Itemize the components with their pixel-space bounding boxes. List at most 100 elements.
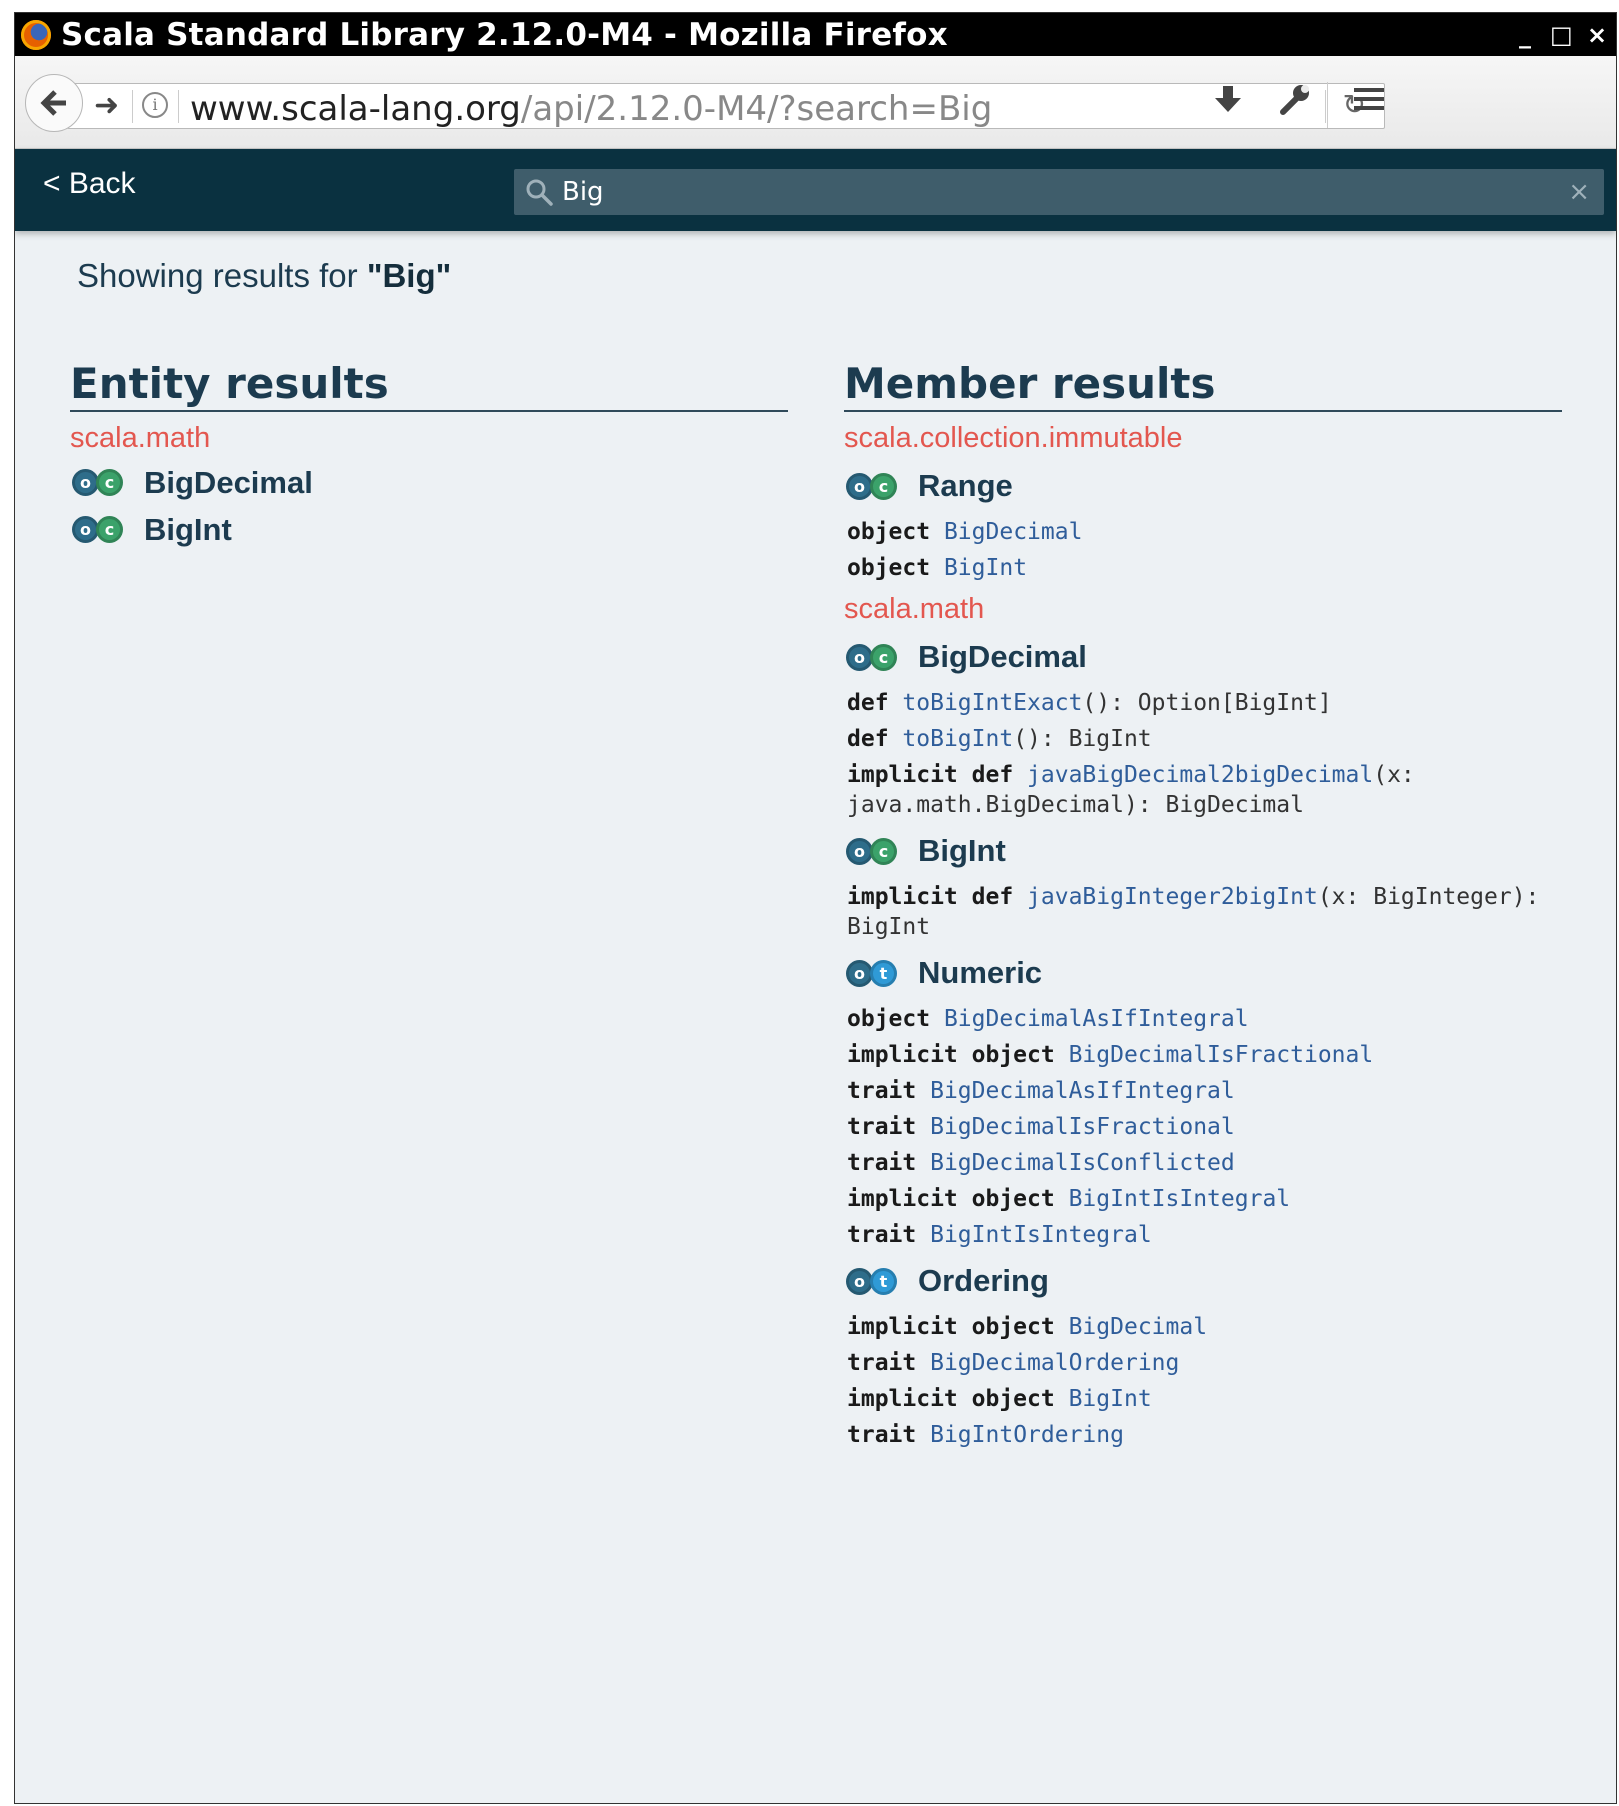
entity-item[interactable]: o c BigDecimal (846, 632, 1562, 682)
member-name-link[interactable]: javaBigDecimal2bigDecimal (1027, 762, 1373, 788)
package-link[interactable]: scala.math (844, 593, 1562, 626)
class-badge-icon: c (870, 472, 897, 500)
entity-item[interactable]: o t Ordering (846, 1256, 1562, 1306)
entity-list: o c BigDecimal o c BigInt (70, 459, 788, 553)
entity-item[interactable]: o c BigDecimal (72, 459, 788, 506)
member-item: trait BigDecimalOrdering (847, 1348, 1562, 1378)
object-badge-icon: o (846, 472, 873, 500)
entity-badges: oc (846, 837, 897, 865)
member-item: trait BigIntOrdering (847, 1420, 1562, 1450)
member-name-link[interactable]: BigInt (1069, 1386, 1152, 1412)
divider (1327, 82, 1328, 128)
member-name-link[interactable]: BigDecimalIsFractional (1069, 1042, 1374, 1068)
member-name-link[interactable]: BigIntIsIntegral (930, 1222, 1152, 1248)
divider (1325, 90, 1326, 123)
url-bar[interactable]: ➜ i www.scala-lang.org/api/2.12.0-M4/?se… (67, 83, 1385, 129)
member-results-column: Member results scala.collection.immutabl… (844, 359, 1562, 1456)
member-name-link[interactable]: BigDecimalIsFractional (930, 1114, 1235, 1140)
member-keyword: trait (847, 1078, 917, 1104)
member-name-link[interactable]: BigDecimalIsConflicted (930, 1150, 1235, 1176)
object-badge-icon: o (72, 516, 99, 543)
member-name-link[interactable]: toBigIntExact (902, 690, 1082, 716)
member-keyword: trait (847, 1422, 917, 1448)
window-title: Scala Standard Library 2.12.0-M4 - Mozil… (61, 16, 948, 53)
download-icon[interactable] (1213, 82, 1243, 127)
member-name-link[interactable]: BigIntOrdering (930, 1422, 1124, 1448)
divider (178, 90, 179, 123)
url-path: /api/2.12.0-M4/?search=Big (520, 89, 993, 129)
member-name-link[interactable]: BigDecimalAsIfIntegral (944, 1006, 1249, 1032)
package-link[interactable]: scala.collection.immutable (844, 422, 1562, 455)
member-item: trait BigDecimalIsConflicted (847, 1148, 1562, 1178)
member-name-link[interactable]: javaBigInteger2bigInt (1027, 884, 1318, 910)
member-item: object BigInt (847, 553, 1562, 583)
entity-item[interactable]: o c Range (846, 461, 1562, 511)
member-item: trait BigIntIsIntegral (847, 1220, 1562, 1250)
entity-name-link[interactable]: Numeric (918, 955, 1042, 991)
member-name-link[interactable]: BigDecimalOrdering (930, 1350, 1179, 1376)
member-keyword: trait (847, 1150, 917, 1176)
class-badge-icon: c (96, 516, 123, 543)
member-name-link[interactable]: BigDecimal (1069, 1314, 1207, 1340)
member-name-link[interactable]: BigDecimal (944, 519, 1082, 545)
clear-search-icon[interactable]: × (1568, 177, 1590, 207)
page-header: < Back × (15, 149, 1616, 231)
entity-name-link[interactable]: BigInt (144, 512, 232, 548)
member-keyword: object (847, 555, 931, 581)
member-name-link[interactable]: BigDecimalAsIfIntegral (930, 1078, 1235, 1104)
entity-badges: oc (846, 643, 897, 671)
info-icon[interactable]: i (142, 92, 168, 118)
object-badge-icon: o (846, 643, 873, 671)
entity-name-link[interactable]: Range (918, 468, 1013, 504)
object-badge-icon: o (72, 469, 99, 496)
entity-item[interactable]: o c BigInt (846, 826, 1562, 876)
member-keyword: object (847, 1006, 931, 1032)
divider (132, 90, 133, 123)
back-link[interactable]: < Back (43, 167, 136, 201)
entity-name-link[interactable]: Ordering (918, 1263, 1049, 1299)
package-link[interactable]: scala.math (70, 422, 788, 455)
navigation-toolbar: ➜ i www.scala-lang.org/api/2.12.0-M4/?se… (15, 56, 1616, 149)
entity-name-link[interactable]: BigDecimal (918, 639, 1087, 675)
member-name-link[interactable]: toBigInt (902, 726, 1013, 752)
class-badge-icon: c (870, 643, 897, 671)
member-item: def toBigInt(): BigInt (847, 724, 1562, 754)
title-bar: Scala Standard Library 2.12.0-M4 - Mozil… (15, 13, 1616, 56)
member-item: implicit def javaBigDecimal2bigDecimal(x… (847, 760, 1562, 820)
search-input[interactable] (562, 175, 1542, 209)
search-box[interactable]: × (514, 169, 1604, 215)
browser-window: Scala Standard Library 2.12.0-M4 - Mozil… (14, 12, 1617, 1804)
back-button[interactable] (25, 74, 83, 132)
entity-name-link[interactable]: BigDecimal (144, 465, 313, 501)
maximize-button[interactable]: □ (1550, 21, 1573, 49)
member-name-link[interactable]: BigIntIsIntegral (1069, 1186, 1291, 1212)
entity-name-link[interactable]: BigInt (918, 833, 1006, 869)
hamburger-menu-icon[interactable] (1353, 82, 1385, 127)
entity-badges: oc (72, 469, 123, 496)
object-badge-icon: o (846, 1267, 873, 1295)
wrench-icon[interactable] (1279, 82, 1311, 127)
member-keyword: trait (847, 1114, 917, 1140)
member-keyword: implicit object (847, 1042, 1055, 1068)
member-name-link[interactable]: BigInt (944, 555, 1027, 581)
entity-badges: oc (846, 472, 897, 500)
entity-item[interactable]: o c BigInt (72, 506, 788, 553)
member-signature: (): Option[BigInt] (1082, 690, 1332, 716)
member-item: implicit object BigDecimalIsFractional (847, 1040, 1562, 1070)
entity-results-title: Entity results (70, 359, 788, 412)
member-item: implicit object BigIntIsIntegral (847, 1184, 1562, 1214)
minimize-button[interactable]: _ (1514, 21, 1536, 49)
member-keyword: trait (847, 1350, 917, 1376)
forward-icon[interactable]: ➜ (94, 88, 119, 123)
url-domain: www.scala-lang.org (190, 89, 521, 129)
url-text[interactable]: www.scala-lang.org/api/2.12.0-M4/?search… (190, 89, 992, 129)
member-keyword: implicit object (847, 1186, 1055, 1212)
close-button[interactable]: × (1586, 21, 1608, 49)
member-keyword: implicit object (847, 1386, 1055, 1412)
member-signature: (): BigInt (1013, 726, 1152, 752)
entity-item[interactable]: o t Numeric (846, 948, 1562, 998)
window-controls: _ □ × (1514, 13, 1608, 56)
member-keyword: implicit def (847, 884, 1014, 910)
member-item: implicit object BigInt (847, 1384, 1562, 1414)
object-badge-icon: o (846, 837, 873, 865)
